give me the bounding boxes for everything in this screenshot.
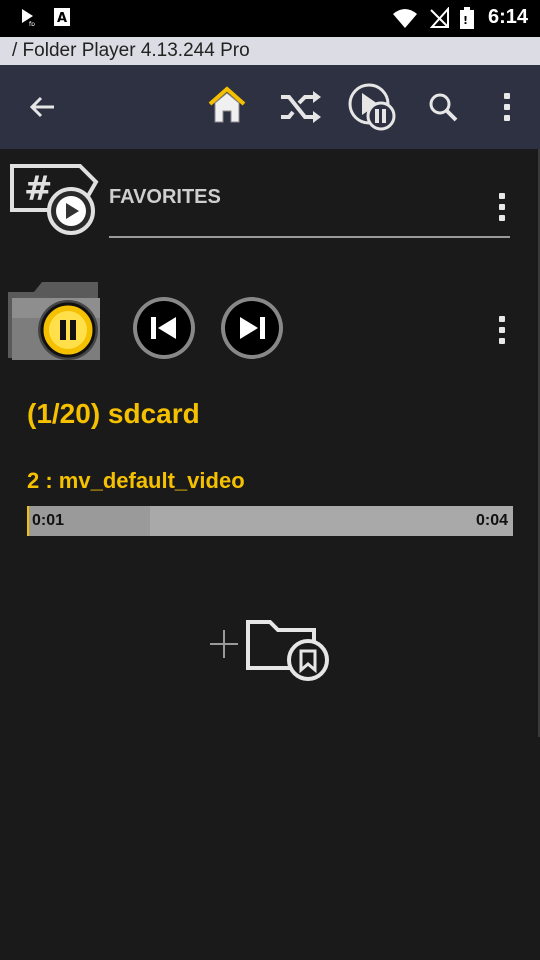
status-time: 6:14: [487, 6, 528, 28]
battery-icon: !: [459, 6, 474, 29]
svg-text:!: !: [463, 14, 468, 27]
app-title-bar: / Folder Player 4.13.244 Pro: [0, 37, 540, 65]
wifi-icon: [392, 8, 417, 28]
favorites-divider: [109, 236, 510, 238]
home-button[interactable]: [205, 83, 249, 127]
overflow-menu-icon: [502, 93, 512, 121]
progress-bar[interactable]: 0:01 0:04: [27, 506, 513, 536]
favorites-button[interactable]: #: [8, 160, 100, 236]
overflow-menu-button[interactable]: [485, 85, 529, 129]
status-bar: fp A ! 6:14: [0, 0, 540, 37]
play-pause-mode-button[interactable]: [346, 81, 398, 133]
player-menu-icon: [497, 316, 507, 344]
shuffle-button[interactable]: [278, 85, 322, 129]
favorites-label[interactable]: FAVORITES: [109, 186, 221, 209]
folder-pause-button[interactable]: [4, 272, 104, 364]
back-button[interactable]: [20, 85, 64, 129]
app-title: / Folder Player 4.13.244 Pro: [12, 40, 250, 61]
skip-previous-icon: [133, 297, 195, 359]
next-track-button[interactable]: [219, 295, 285, 361]
search-icon: [429, 93, 458, 122]
favorites-menu-icon: [497, 193, 507, 221]
previous-track-button[interactable]: [131, 295, 197, 361]
folder-pause-icon: [8, 282, 100, 360]
play-pause-mode-icon: [348, 83, 396, 131]
svg-text:A: A: [57, 11, 67, 26]
search-button[interactable]: [421, 85, 465, 129]
svg-text:#: #: [24, 169, 53, 209]
favorites-playlist-icon: #: [10, 164, 99, 235]
home-icon: [208, 86, 246, 123]
back-arrow-icon: [29, 96, 54, 118]
svg-text:fp: fp: [29, 21, 35, 26]
total-duration: 0:04: [475, 512, 508, 529]
play-notification-icon: fp: [22, 9, 35, 26]
main-content: [0, 149, 540, 960]
shuffle-icon: [281, 91, 321, 123]
elapsed-time: 0:01: [32, 512, 65, 529]
toolbar: [0, 65, 540, 149]
current-track-label[interactable]: 2 : mv_default_video: [27, 468, 245, 494]
skip-next-icon: [221, 297, 283, 359]
font-a-icon: A: [54, 8, 70, 26]
add-folder-bookmark-icon: [210, 620, 329, 681]
current-folder-label[interactable]: (1/20) sdcard: [27, 398, 200, 430]
no-sim-icon: [429, 6, 449, 28]
add-folder-bookmark-button[interactable]: [208, 612, 332, 684]
